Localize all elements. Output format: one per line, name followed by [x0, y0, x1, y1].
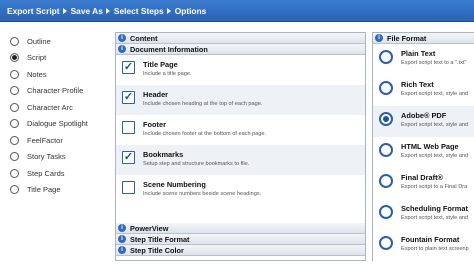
chevron-right-icon: [62, 7, 67, 14]
radio-button[interactable]: [10, 86, 19, 96]
option-title-page[interactable]: ✓ Title Page Include a title page.: [116, 55, 365, 85]
radio-button[interactable]: [379, 205, 393, 219]
breadcrumb-bar: Export Script Save As Select Steps Optio…: [0, 0, 474, 22]
checkbox-checked[interactable]: ✓: [122, 91, 135, 104]
radio-button[interactable]: [10, 69, 19, 79]
chevron-right-icon: [166, 7, 171, 14]
radio-button[interactable]: [10, 102, 19, 112]
option-header[interactable]: ✓ Header Include chosen heading at the to…: [116, 85, 365, 115]
info-circle-icon: i: [118, 45, 126, 53]
file-format-panel: i File Format Plain Text Export script te…: [372, 32, 474, 261]
export-type-character-arc[interactable]: Character Arc: [0, 99, 110, 116]
radio-button[interactable]: [379, 143, 393, 157]
option-footer[interactable]: Footer Include chosen footer at the botto…: [116, 115, 365, 145]
section-powerview[interactable]: i PowerView: [116, 223, 365, 234]
info-circle-icon: i: [118, 246, 126, 254]
radio-button[interactable]: [10, 119, 19, 129]
export-type-character-profile[interactable]: Character Profile: [0, 83, 110, 100]
export-type-feelfactor[interactable]: FeelFactor: [0, 132, 110, 149]
breadcrumb-options[interactable]: Options: [175, 6, 207, 16]
section-document-information[interactable]: i Document Information: [116, 44, 365, 55]
breadcrumb-export-script[interactable]: Export Script: [7, 6, 60, 16]
export-type-notes[interactable]: Notes: [0, 66, 110, 83]
info-circle-icon: i: [118, 34, 126, 42]
radio-button[interactable]: [10, 36, 19, 46]
format-final-draft[interactable]: Final Draft® Export script to a Final Dra: [373, 168, 474, 199]
chevron-right-icon: [105, 7, 110, 14]
checkbox-checked[interactable]: ✓: [122, 61, 135, 74]
info-circle-icon: i: [118, 235, 126, 243]
info-circle-icon: i: [118, 224, 126, 232]
radio-button-selected[interactable]: [379, 112, 393, 126]
section-content[interactable]: i Content: [116, 33, 365, 44]
checkbox-checked[interactable]: ✓: [122, 151, 135, 164]
radio-button[interactable]: [10, 135, 19, 145]
export-type-list: Outline Script Notes Character Profile C…: [0, 33, 110, 198]
radio-button[interactable]: [379, 174, 393, 188]
export-type-step-cards[interactable]: Step Cards: [0, 165, 110, 182]
breadcrumb-save-as[interactable]: Save As: [71, 6, 103, 16]
format-plain-text[interactable]: Plain Text Export script text to a ".txt": [373, 44, 474, 75]
info-circle-icon: i: [375, 34, 383, 42]
format-fountain[interactable]: Fountain Format Export to plain text scre…: [373, 230, 474, 261]
radio-button[interactable]: [379, 236, 393, 250]
export-type-title-page[interactable]: Title Page: [0, 182, 110, 199]
section-file-format[interactable]: i File Format: [373, 33, 474, 44]
radio-button[interactable]: [10, 168, 19, 178]
format-html-web-page[interactable]: HTML Web Page Export script text, style a…: [373, 137, 474, 168]
format-adobe-pdf[interactable]: Adobe® PDF Export script text, style and: [373, 106, 474, 137]
radio-button-selected[interactable]: [10, 53, 19, 63]
checkbox-unchecked[interactable]: [122, 121, 135, 134]
export-type-outline[interactable]: Outline: [0, 33, 110, 50]
breadcrumb-select-steps[interactable]: Select Steps: [114, 6, 164, 16]
export-type-dialogue-spotlight[interactable]: Dialogue Spotlight: [0, 116, 110, 133]
section-step-title-color[interactable]: i Step Title Color: [116, 245, 365, 256]
radio-button[interactable]: [379, 81, 393, 95]
option-scene-numbering[interactable]: Scene Numbering Include scene numbers bes…: [116, 175, 365, 205]
export-type-script[interactable]: Script: [0, 50, 110, 67]
radio-button[interactable]: [10, 152, 19, 162]
option-bookmarks[interactable]: ✓ Bookmarks Setup step and structure book…: [116, 145, 365, 175]
export-type-story-tasks[interactable]: Story Tasks: [0, 149, 110, 166]
section-step-title-format[interactable]: i Step Title Format: [116, 234, 365, 245]
format-scheduling[interactable]: Scheduling Format Export script text, sty…: [373, 199, 474, 230]
radio-button[interactable]: [379, 50, 393, 64]
options-panel: i Content i Document Information ✓ Title…: [115, 32, 366, 261]
format-rich-text[interactable]: Rich Text Export script text, style and: [373, 75, 474, 106]
checkbox-unchecked[interactable]: [122, 181, 135, 194]
radio-button[interactable]: [10, 185, 19, 195]
